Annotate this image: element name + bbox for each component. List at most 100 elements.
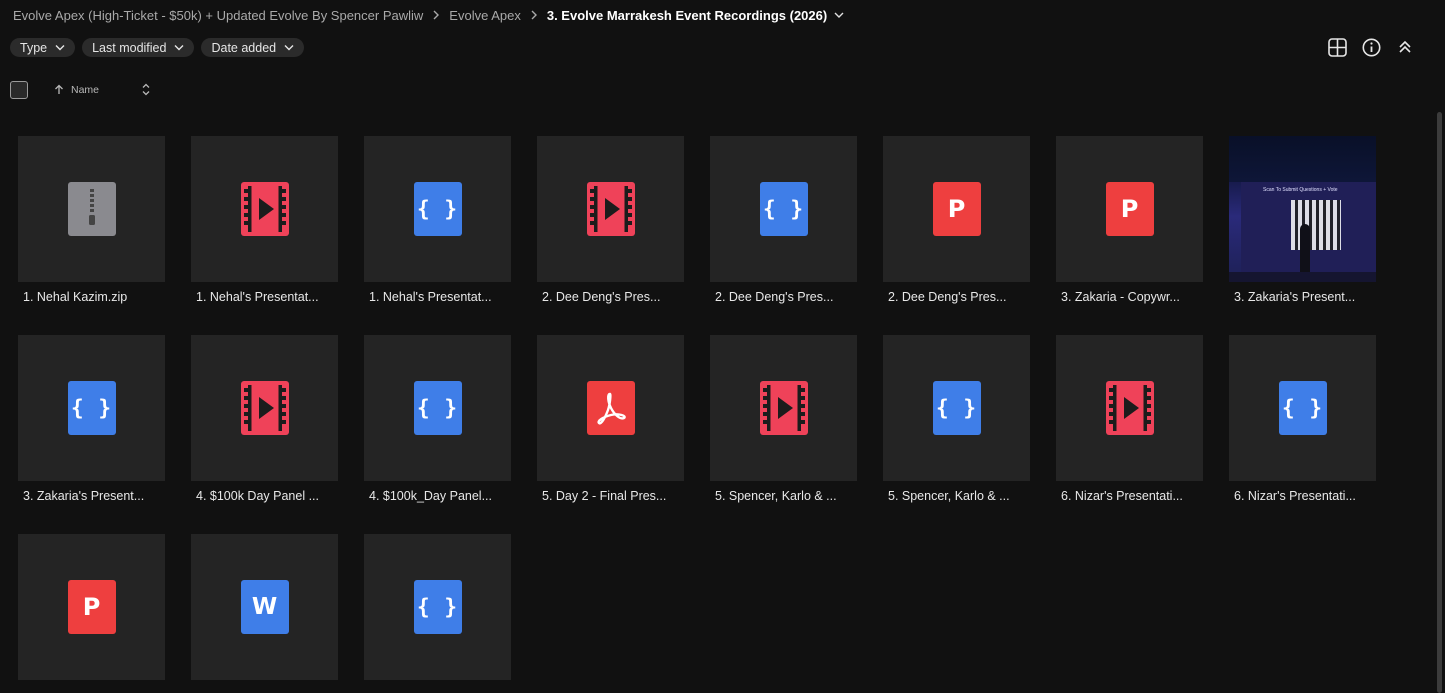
filter-last-modified-label: Last modified [92, 40, 167, 55]
word-file-icon: W [240, 580, 289, 634]
code-file-icon: { } [67, 381, 116, 435]
file-tile[interactable]: { } [364, 534, 511, 680]
chevron-down-icon [55, 44, 65, 51]
file-name: 5. Spencer, Karlo & ... [715, 489, 837, 503]
view-toolbar [1327, 37, 1415, 57]
sort-updown-icon[interactable] [142, 83, 150, 96]
filter-type-chip[interactable]: Type [10, 38, 76, 57]
file-tile[interactable]: 6. Nizar's Presentati... [1056, 335, 1203, 503]
file-thumbnail[interactable] [191, 136, 338, 282]
file-tile[interactable]: P 3. Zakaria - Copywr... [1056, 136, 1203, 304]
video-file-icon [759, 381, 808, 435]
file-name: 1. Nehal Kazim.zip [23, 290, 128, 304]
file-name: 1. Nehal's Presentat... [369, 290, 492, 304]
file-thumbnail[interactable] [537, 136, 684, 282]
breadcrumb-item-evolve-apex-root[interactable]: Evolve Apex (High-Ticket - $50k) + Updat… [13, 8, 423, 23]
file-thumbnail[interactable] [191, 335, 338, 481]
file-thumbnail[interactable]: P [1056, 136, 1203, 282]
file-tile[interactable]: 2. Dee Deng's Pres... [537, 136, 684, 304]
file-name: 5. Spencer, Karlo & ... [888, 489, 1010, 503]
file-tile[interactable]: { } 1. Nehal's Presentat... [364, 136, 511, 304]
breadcrumb: Evolve Apex (High-Ticket - $50k) + Updat… [13, 0, 844, 30]
file-thumbnail[interactable]: { } [18, 335, 165, 481]
filter-type-label: Type [20, 40, 48, 55]
file-name: 1. Nehal's Presentat... [196, 290, 319, 304]
file-tile[interactable]: P [18, 534, 165, 680]
video-file-icon [240, 182, 289, 236]
file-thumbnail[interactable] [710, 335, 857, 481]
column-name-header[interactable]: Name [71, 84, 99, 96]
file-name: 3. Zakaria - Copywr... [1061, 290, 1180, 304]
filter-last-modified-chip[interactable]: Last modified [82, 38, 195, 57]
file-tile[interactable]: { } 3. Zakaria's Present... [18, 335, 165, 503]
file-thumbnail[interactable]: W [191, 534, 338, 680]
file-tile[interactable]: 5. Day 2 - Final Pres... [537, 335, 684, 503]
file-tile[interactable]: 1. Nehal Kazim.zip [18, 136, 165, 304]
file-tile[interactable]: Scan To Submit Questions + Vote 3. Zakari… [1229, 136, 1376, 304]
code-file-icon: { } [413, 381, 462, 435]
file-thumbnail[interactable]: Scan To Submit Questions + Vote [1229, 136, 1376, 282]
file-thumbnail[interactable]: P [18, 534, 165, 680]
file-thumbnail[interactable]: { } [364, 136, 511, 282]
file-tile[interactable]: 4. $100k Day Panel ... [191, 335, 338, 503]
file-name: 6. Nizar's Presentati... [1234, 489, 1356, 503]
chevron-down-icon [174, 44, 184, 51]
thumbnail-caption: Scan To Submit Questions + Vote [1263, 187, 1338, 193]
collapse-up-icon[interactable] [1395, 37, 1415, 57]
file-tile[interactable]: { } 2. Dee Deng's Pres... [710, 136, 857, 304]
video-file-icon [1105, 381, 1154, 435]
file-name: 3. Zakaria's Present... [1234, 290, 1356, 304]
file-thumbnail[interactable] [1056, 335, 1203, 481]
file-thumbnail[interactable]: { } [364, 335, 511, 481]
file-name: 2. Dee Deng's Pres... [715, 290, 834, 304]
vertical-scrollbar[interactable] [1437, 112, 1442, 693]
file-thumbnail[interactable] [537, 335, 684, 481]
code-file-icon: { } [1278, 381, 1327, 435]
filter-date-added-label: Date added [211, 40, 277, 55]
chevron-down-icon [284, 44, 294, 51]
code-file-icon: { } [759, 182, 808, 236]
chevron-right-icon [521, 10, 547, 20]
file-name: 5. Day 2 - Final Pres... [542, 489, 667, 503]
file-name: 4. $100k_Day Panel... [369, 489, 492, 503]
file-thumbnail[interactable]: { } [1229, 335, 1376, 481]
select-all-checkbox[interactable] [10, 80, 28, 99]
video-file-icon [586, 182, 635, 236]
file-tile[interactable]: { } 5. Spencer, Karlo & ... [883, 335, 1030, 503]
file-name: 2. Dee Deng's Pres... [888, 290, 1007, 304]
grid-view-icon[interactable] [1327, 37, 1347, 57]
powerpoint-file-icon: P [932, 182, 981, 236]
code-file-icon: { } [413, 580, 462, 634]
pdf-file-icon [586, 381, 635, 435]
file-tile[interactable]: 1. Nehal's Presentat... [191, 136, 338, 304]
file-tile[interactable]: P 2. Dee Deng's Pres... [883, 136, 1030, 304]
file-tile[interactable]: 5. Spencer, Karlo & ... [710, 335, 857, 503]
breadcrumb-item-current-folder[interactable]: 3. Evolve Marrakesh Event Recordings (20… [547, 8, 827, 23]
file-thumbnail[interactable] [18, 136, 165, 282]
image-thumbnail: Scan To Submit Questions + Vote [1229, 136, 1376, 282]
arrow-up-icon[interactable] [54, 84, 64, 95]
powerpoint-file-icon: P [1105, 182, 1154, 236]
zip-archive-icon [67, 182, 116, 236]
file-thumbnail[interactable]: { } [883, 335, 1030, 481]
file-tile[interactable]: W [191, 534, 338, 680]
file-thumbnail[interactable]: P [883, 136, 1030, 282]
file-tile[interactable]: { } 4. $100k_Day Panel... [364, 335, 511, 503]
file-thumbnail[interactable]: { } [710, 136, 857, 282]
chevron-down-icon[interactable] [834, 11, 844, 19]
file-name: 4. $100k Day Panel ... [196, 489, 319, 503]
video-file-icon [240, 381, 289, 435]
file-name: 2. Dee Deng's Pres... [542, 290, 661, 304]
filter-bar: Type Last modified Date added [10, 38, 305, 57]
breadcrumb-item-evolve-apex[interactable]: Evolve Apex [449, 8, 521, 23]
filter-date-added-chip[interactable]: Date added [201, 38, 305, 57]
code-file-icon: { } [413, 182, 462, 236]
code-file-icon: { } [932, 381, 981, 435]
file-name: 3. Zakaria's Present... [23, 489, 145, 503]
info-icon[interactable] [1361, 37, 1381, 57]
powerpoint-file-icon: P [67, 580, 116, 634]
file-thumbnail[interactable]: { } [364, 534, 511, 680]
chevron-right-icon [423, 10, 449, 20]
column-header-row: Name [10, 80, 150, 99]
file-tile[interactable]: { } 6. Nizar's Presentati... [1229, 335, 1376, 503]
